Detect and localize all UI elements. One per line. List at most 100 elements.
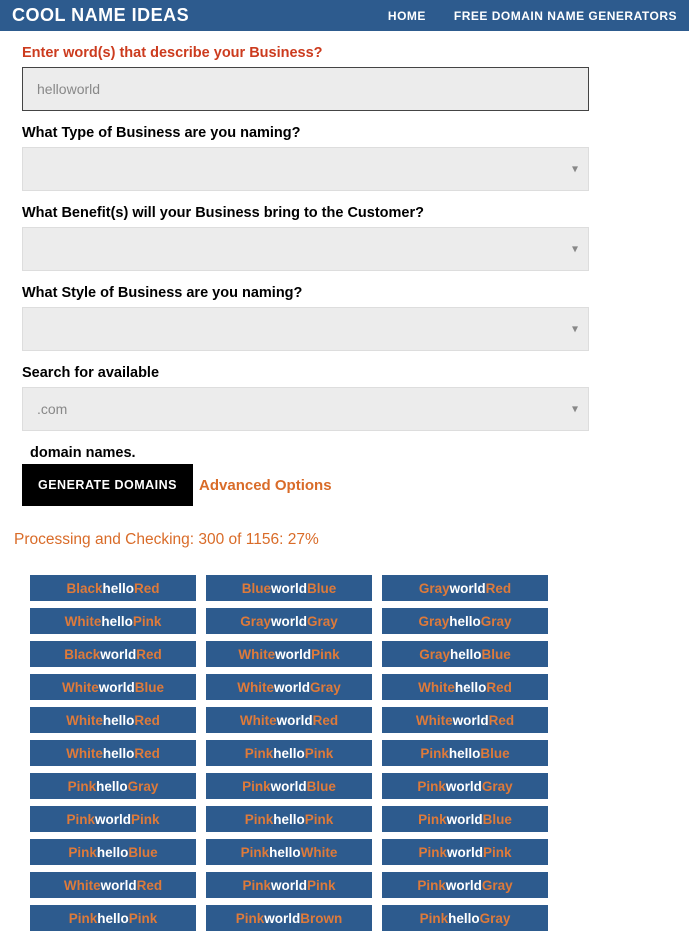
- result-chip[interactable]: PinkhelloPink: [30, 905, 196, 931]
- nav-generators[interactable]: FREE DOMAIN NAME GENERATORS: [454, 9, 677, 23]
- result-chip[interactable]: BlackhelloRed: [30, 575, 196, 601]
- chip-part: White: [65, 614, 102, 629]
- chip-part: Pink: [305, 746, 334, 761]
- chip-part: hello: [103, 581, 135, 596]
- result-chip[interactable]: PinkworldPink: [206, 872, 372, 898]
- q5-label: Search for available: [22, 365, 667, 381]
- result-chip[interactable]: PinkhelloGray: [30, 773, 196, 799]
- chip-part: Pink: [242, 779, 271, 794]
- chip-part: Blue: [483, 812, 512, 827]
- chip-part: Pink: [418, 812, 447, 827]
- business-type-select[interactable]: [22, 147, 589, 191]
- chip-part: world: [447, 812, 483, 827]
- chip-part: world: [450, 581, 486, 596]
- chip-part: hello: [96, 779, 128, 794]
- result-chip[interactable]: PinkworldGray: [382, 773, 548, 799]
- q4-label: What Style of Business are you naming?: [22, 285, 667, 301]
- tld-select[interactable]: .com: [22, 387, 589, 431]
- results-col-3: GrayworldRedGrayhelloGrayGrayhelloBlueWh…: [382, 575, 548, 931]
- result-chip[interactable]: PinkhelloPink: [206, 806, 372, 832]
- chip-part: Black: [66, 581, 102, 596]
- result-chip[interactable]: WhitehelloRed: [382, 674, 548, 700]
- result-chip[interactable]: GrayhelloBlue: [382, 641, 548, 667]
- result-chip[interactable]: WhiteworldRed: [382, 707, 548, 733]
- result-chip[interactable]: PinkworldGray: [382, 872, 548, 898]
- chip-part: Pink: [305, 812, 334, 827]
- chip-part: world: [101, 878, 137, 893]
- result-chip[interactable]: PinkworldPink: [30, 806, 196, 832]
- result-chip[interactable]: BlackworldRed: [30, 641, 196, 667]
- result-chip[interactable]: PinkworldBlue: [206, 773, 372, 799]
- chip-part: Gray: [482, 779, 513, 794]
- chip-part: hello: [101, 614, 133, 629]
- site-title[interactable]: COOL NAME IDEAS: [12, 5, 189, 26]
- chip-part: Gray: [307, 614, 338, 629]
- result-chip[interactable]: PinkworldBlue: [382, 806, 548, 832]
- q1-label: Enter word(s) that describe your Busines…: [22, 45, 667, 61]
- result-chip[interactable]: PinkhelloWhite: [206, 839, 372, 865]
- q2-label: What Type of Business are you naming?: [22, 125, 667, 141]
- keyword-input[interactable]: [22, 67, 589, 111]
- benefit-select[interactable]: [22, 227, 589, 271]
- chip-part: Red: [489, 713, 515, 728]
- chip-part: Red: [486, 680, 512, 695]
- chip-part: Pink: [129, 911, 158, 926]
- result-chip[interactable]: GrayworldGray: [206, 608, 372, 634]
- chip-part: hello: [103, 746, 135, 761]
- result-chip[interactable]: WhiteworldRed: [206, 707, 372, 733]
- chip-part: Black: [64, 647, 100, 662]
- generate-button[interactable]: GENERATE DOMAINS: [22, 464, 193, 506]
- nav-home[interactable]: HOME: [388, 9, 426, 23]
- chip-part: world: [453, 713, 489, 728]
- chip-part: world: [446, 779, 482, 794]
- result-chip[interactable]: WhiteworldPink: [206, 641, 372, 667]
- chip-part: Gray: [482, 878, 513, 893]
- chip-part: Pink: [245, 812, 274, 827]
- result-chip[interactable]: GrayworldRed: [382, 575, 548, 601]
- chip-part: Pink: [311, 647, 340, 662]
- result-chip[interactable]: BlueworldBlue: [206, 575, 372, 601]
- chip-part: Pink: [420, 746, 449, 761]
- chip-part: world: [100, 647, 136, 662]
- chip-part: world: [95, 812, 131, 827]
- result-chip[interactable]: PinkhelloBlue: [30, 839, 196, 865]
- chip-part: White: [240, 713, 277, 728]
- result-chip[interactable]: WhitehelloRed: [30, 740, 196, 766]
- style-select[interactable]: [22, 307, 589, 351]
- chip-part: Pink: [242, 878, 271, 893]
- chip-part: world: [271, 614, 307, 629]
- chip-part: White: [238, 647, 275, 662]
- result-chip[interactable]: PinkhelloGray: [382, 905, 548, 931]
- results-col-1: BlackhelloRedWhitehelloPinkBlackworldRed…: [30, 575, 196, 931]
- chip-part: hello: [97, 911, 129, 926]
- chip-part: White: [418, 680, 455, 695]
- result-chip[interactable]: PinkhelloBlue: [382, 740, 548, 766]
- result-chip[interactable]: WhiteworldRed: [30, 872, 196, 898]
- chip-part: hello: [273, 812, 305, 827]
- result-chip[interactable]: WhitehelloPink: [30, 608, 196, 634]
- chip-part: Pink: [418, 845, 447, 860]
- chip-part: Red: [134, 713, 160, 728]
- chip-part: hello: [97, 845, 129, 860]
- generate-row: GENERATE DOMAINS Advanced Options: [22, 464, 667, 506]
- advanced-options-link[interactable]: Advanced Options: [199, 477, 332, 494]
- chip-part: Red: [134, 746, 160, 761]
- result-chip[interactable]: WhitehelloRed: [30, 707, 196, 733]
- result-chip[interactable]: WhiteworldBlue: [30, 674, 196, 700]
- processing-status: Processing and Checking: 300 of 1156: 27…: [0, 506, 689, 557]
- chip-part: hello: [450, 647, 482, 662]
- result-chip[interactable]: WhiteworldGray: [206, 674, 372, 700]
- result-chip[interactable]: PinkworldPink: [382, 839, 548, 865]
- chip-part: world: [271, 581, 307, 596]
- chip-part: world: [446, 878, 482, 893]
- result-chip[interactable]: PinkworldBrown: [206, 905, 372, 931]
- chip-part: Red: [486, 581, 512, 596]
- chip-part: Red: [136, 647, 162, 662]
- result-chip[interactable]: GrayhelloGray: [382, 608, 548, 634]
- chip-part: hello: [269, 845, 301, 860]
- chip-part: Pink: [66, 812, 95, 827]
- q5-tail: domain names.: [30, 445, 667, 461]
- chip-part: Pink: [241, 845, 270, 860]
- header: COOL NAME IDEAS HOME FREE DOMAIN NAME GE…: [0, 0, 689, 31]
- result-chip[interactable]: PinkhelloPink: [206, 740, 372, 766]
